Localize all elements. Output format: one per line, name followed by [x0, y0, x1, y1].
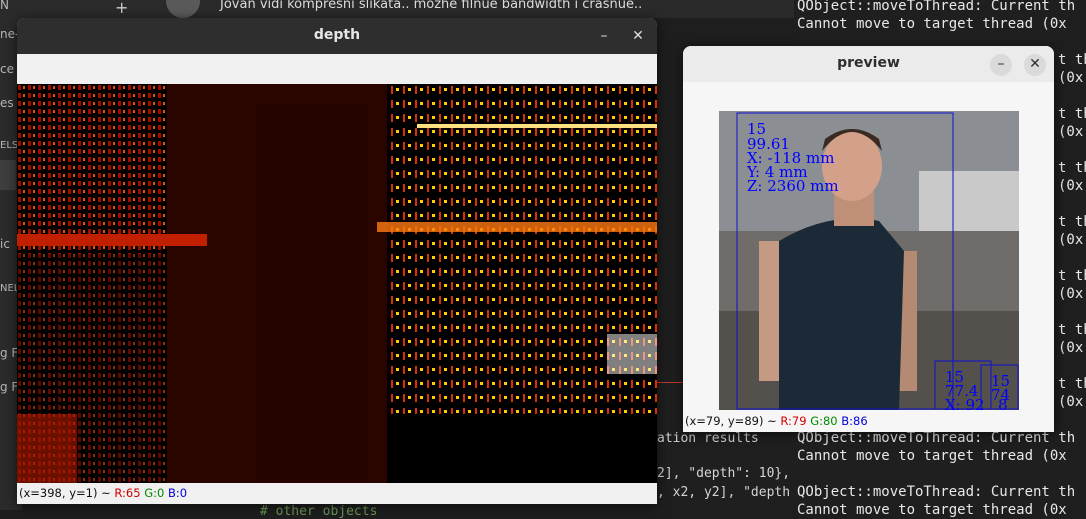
sidebar-label: g F — [0, 346, 19, 360]
terminal-line: t th — [1058, 268, 1086, 284]
detection-z: Z: 2360 mm — [747, 177, 839, 195]
terminal-line: QObject::moveToThread: Current th — [797, 430, 1076, 446]
depth-titlebar[interactable]: depth – ✕ — [17, 18, 657, 54]
depth-map-image[interactable] — [17, 84, 657, 483]
status-red: R:79 — [780, 414, 807, 428]
terminal-line: t th — [1058, 322, 1086, 338]
chat-message: Jovan vidi kompresni slikata.. mozhe fil… — [220, 0, 643, 12]
status-green: G:0 — [144, 486, 165, 500]
terminal-line: Cannot move to target thread (0x — [797, 502, 1067, 518]
minimize-button[interactable]: – — [990, 54, 1012, 76]
depth-window[interactable]: depth – ✕ (x=398, y=1) ~ R:65 G:0 B:0 — [17, 18, 657, 504]
terminal-line: (0x — [1058, 340, 1084, 356]
terminal-line: t th — [1058, 376, 1086, 392]
close-button[interactable]: ✕ — [1024, 54, 1046, 76]
depth-statusbar: (x=398, y=1) ~ R:65 G:0 B:0 — [17, 483, 657, 504]
preview-statusbar: (x=79, y=89) ~ R:79 G:80 B:86 — [683, 411, 1054, 432]
sidebar-label: g F — [0, 380, 19, 394]
sidebar-label: ELS — [0, 140, 19, 151]
terminal-line: Cannot move to target thread (0x — [797, 448, 1067, 464]
status-green: G:80 — [810, 414, 838, 428]
detection-x: X: 92 — [945, 396, 985, 410]
preview-window[interactable]: preview – ✕ 15 99.61 X: -118 mm Y: 4 mm … — [683, 46, 1054, 432]
terminal-line: (0x — [1058, 70, 1084, 86]
status-coords: (x=79, y=89) ~ — [685, 414, 777, 428]
terminal-line: t th — [1058, 160, 1086, 176]
terminal-line: (0x — [1058, 232, 1084, 248]
channel-header — [22, 0, 162, 20]
camera-preview-image[interactable]: 15 99.61 X: -118 mm Y: 4 mm Z: 2360 mm 1… — [719, 111, 1019, 410]
sidebar-label: ic — [0, 237, 10, 251]
terminal-line: t th — [1058, 106, 1086, 122]
window-title: depth — [313, 27, 361, 43]
close-button[interactable]: ✕ — [627, 26, 649, 48]
minimize-button[interactable]: – — [593, 26, 615, 48]
sidebar-selected-item[interactable] — [0, 160, 16, 190]
editor-divider — [657, 382, 685, 383]
terminal-line: (0x — [1058, 394, 1084, 410]
editor-line: 2], "depth": 10}, — [657, 466, 791, 481]
detection-x: 8 — [998, 396, 1008, 410]
toolbar — [17, 54, 657, 85]
terminal-line: t th — [1058, 214, 1086, 230]
sidebar-label: N — [0, 0, 9, 12]
terminal-line: (0x — [1058, 286, 1084, 302]
terminal-line: Cannot move to target thread (0x — [797, 16, 1067, 32]
sidebar-label: ce — [0, 62, 14, 76]
sidebar-label: es — [0, 96, 14, 110]
preview-titlebar[interactable]: preview – ✕ — [683, 46, 1054, 82]
terminal-line: QObject::moveToThread: Current th — [797, 0, 1076, 14]
editor-line: , x2, y2], "depth — [657, 485, 791, 500]
terminal-line: (0x — [1058, 178, 1084, 194]
terminal-line: (0x — [1058, 124, 1084, 140]
editor-line: # other objects — [260, 504, 378, 519]
status-blue: B:0 — [167, 486, 188, 500]
status-blue: B:86 — [841, 414, 868, 428]
terminal-line: t th — [1058, 52, 1086, 68]
add-icon[interactable]: + — [115, 0, 128, 17]
terminal-line: QObject::moveToThread: Current th — [797, 484, 1076, 500]
status-red: R:65 — [114, 486, 141, 500]
editor-line: ation results — [657, 431, 759, 446]
status-coords: (x=398, y=1) ~ — [19, 486, 111, 500]
